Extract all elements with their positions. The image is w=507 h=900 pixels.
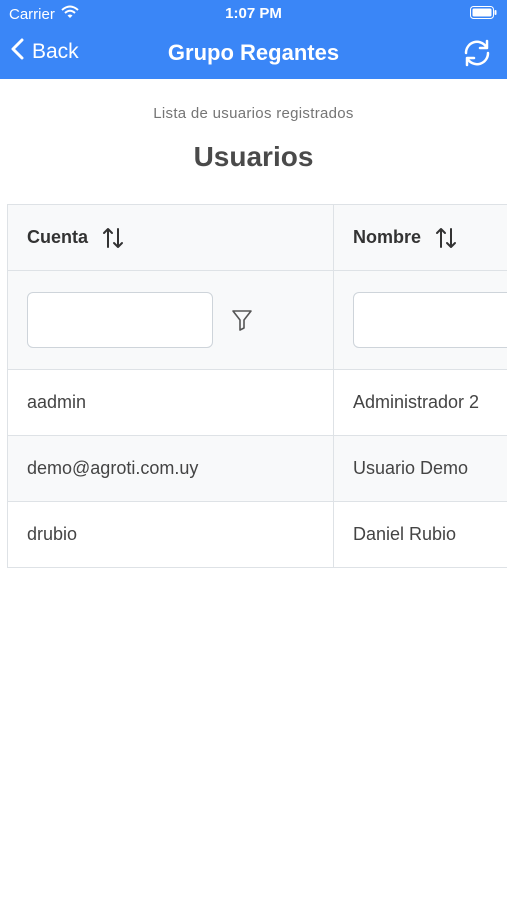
table-row[interactable]: aadmin Administrador 2 — [7, 369, 507, 436]
filter-cell-nombre — [333, 270, 507, 370]
sort-icon[interactable] — [435, 226, 457, 250]
status-time: 1:07 PM — [225, 5, 282, 22]
page-subtitle: Lista de usuarios registrados — [153, 105, 354, 122]
section-heading: Usuarios — [193, 141, 314, 172]
column-label: Cuenta — [27, 227, 89, 247]
sort-icon[interactable] — [102, 226, 124, 250]
cell-cuenta: drubio — [7, 501, 334, 568]
status-bar: Carrier 1:07 PM — [0, 0, 507, 28]
cell-cuenta: demo@agroti.com.uy — [7, 435, 334, 502]
filter-input-nombre[interactable] — [353, 292, 507, 348]
column-header-cuenta[interactable]: Cuenta — [7, 204, 334, 271]
users-table: Cuenta Nombre aadmin Administrador 2 dem… — [7, 204, 507, 568]
filter-row — [7, 270, 507, 370]
column-header-nombre[interactable]: Nombre — [333, 204, 507, 271]
table-header-row: Cuenta Nombre — [7, 204, 507, 271]
cell-nombre: Daniel Rubio — [333, 501, 507, 568]
app-header: Carrier 1:07 PM Back Grupo Regantes — [0, 0, 507, 79]
back-button[interactable]: Back — [10, 38, 79, 66]
refresh-icon[interactable] — [461, 37, 493, 74]
column-label: Nombre — [353, 227, 422, 247]
cell-cuenta: aadmin — [7, 369, 334, 436]
back-label: Back — [32, 40, 79, 63]
chevron-left-icon — [10, 38, 24, 66]
table-row[interactable]: demo@agroti.com.uy Usuario Demo — [7, 435, 507, 502]
table-row[interactable]: drubio Daniel Rubio — [7, 501, 507, 568]
filter-cell-cuenta — [7, 270, 334, 370]
cell-nombre: Usuario Demo — [333, 435, 507, 502]
battery-icon — [470, 6, 497, 23]
nav-bar: Back Grupo Regantes — [0, 28, 507, 79]
users-table-container[interactable]: Cuenta Nombre aadmin Administrador 2 dem… — [7, 204, 507, 570]
filter-input-cuenta[interactable] — [27, 292, 213, 348]
filter-icon[interactable] — [231, 308, 253, 332]
cell-nombre: Administrador 2 — [333, 369, 507, 436]
